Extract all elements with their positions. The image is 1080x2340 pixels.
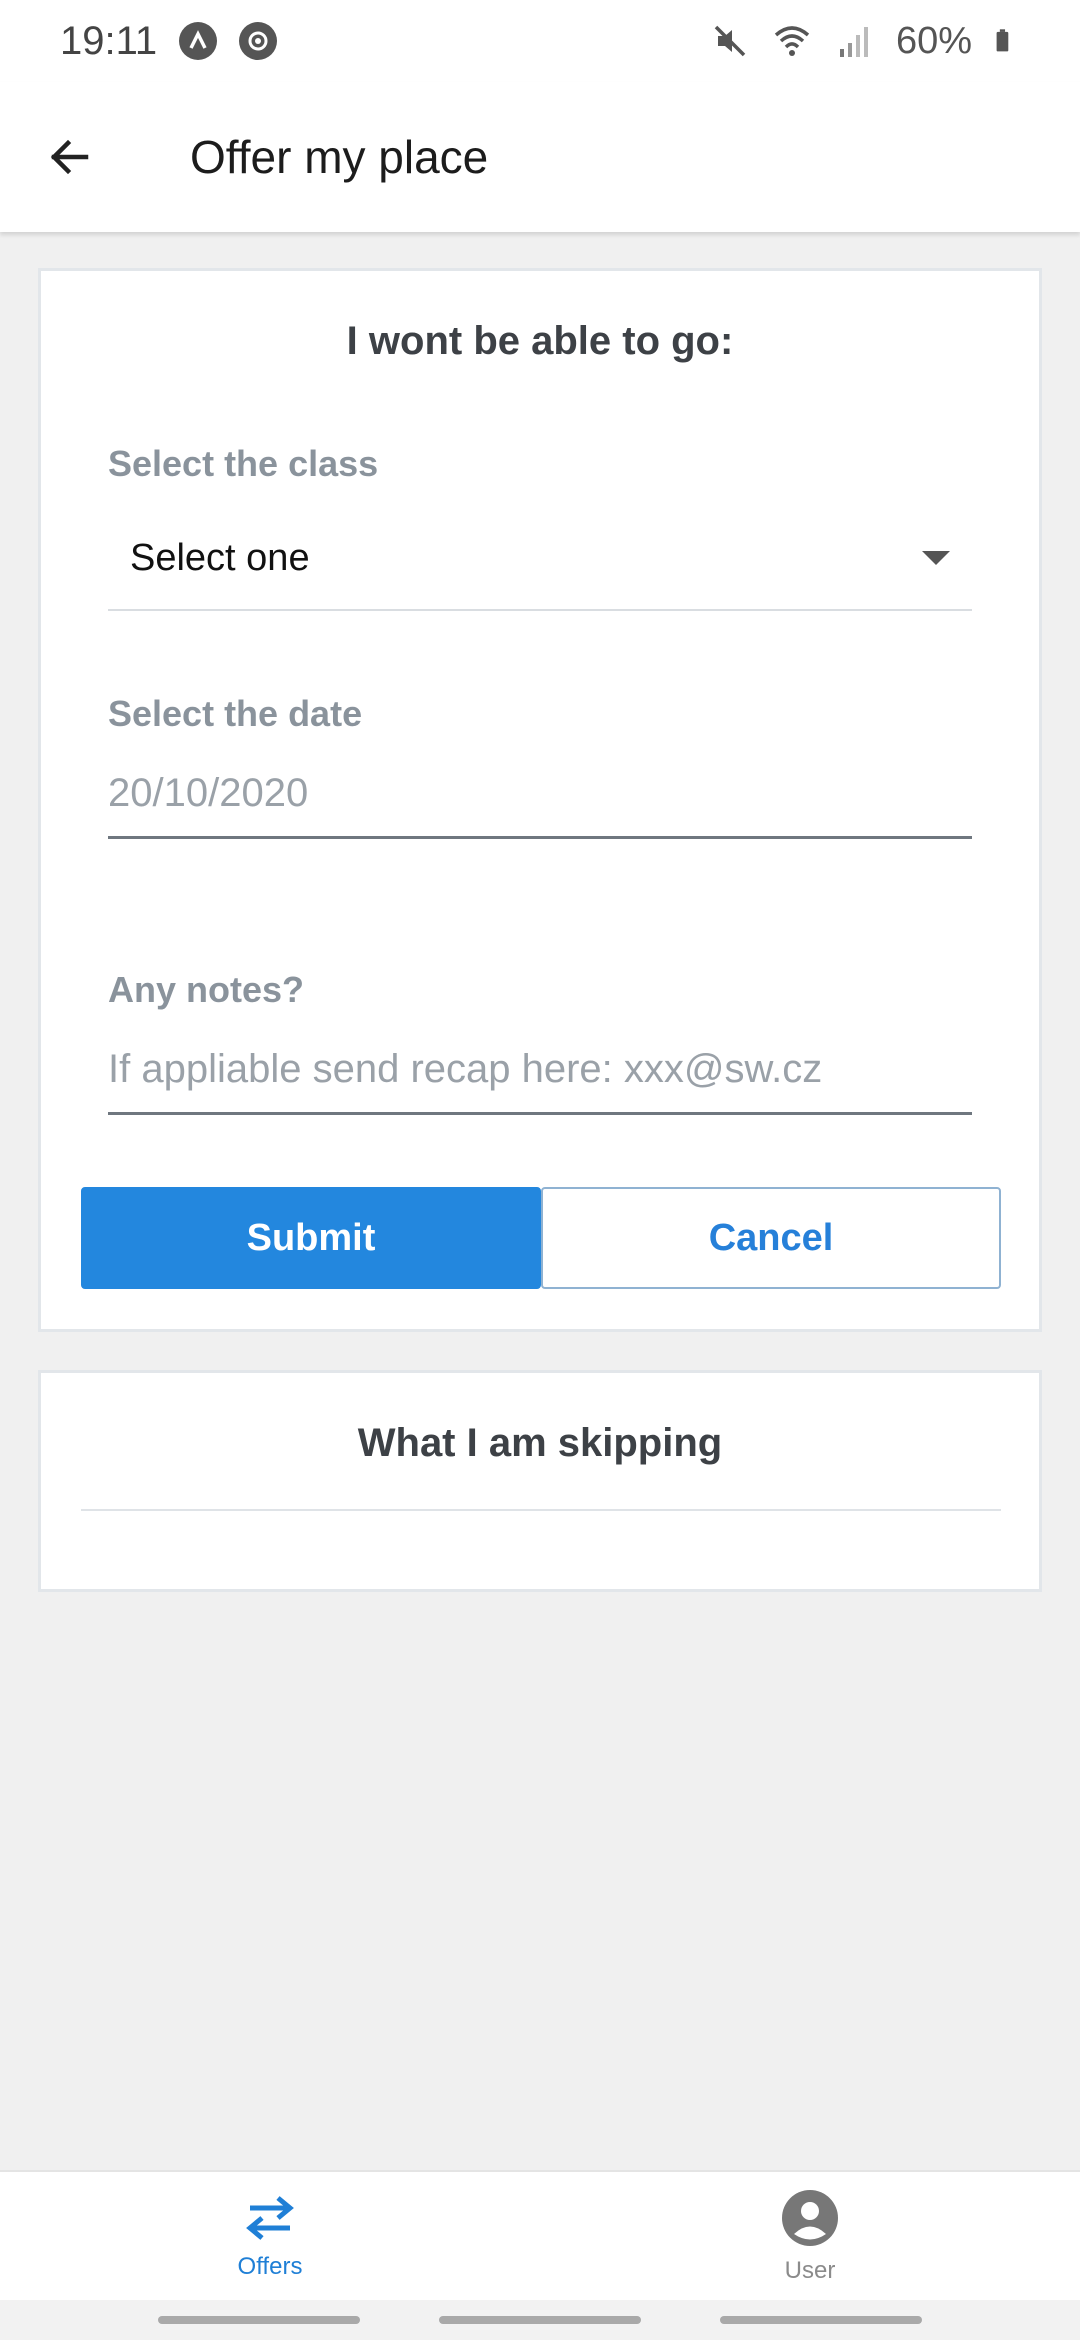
status-bar: 19:11 60% xyxy=(0,0,1080,82)
status-left: 19:11 xyxy=(60,18,278,64)
submit-button[interactable]: Submit xyxy=(81,1187,541,1289)
date-field[interactable]: 20/10/2020 xyxy=(108,751,972,839)
nav-label-offers: Offers xyxy=(237,2253,303,2280)
gesture-bar xyxy=(0,2300,1080,2340)
gesture-pill xyxy=(158,2316,360,2324)
gesture-pill xyxy=(720,2316,922,2324)
page-title: Offer my place xyxy=(190,131,489,183)
gesture-pill xyxy=(439,2316,641,2324)
nav-label-user: User xyxy=(784,2257,836,2284)
chevron-down-icon xyxy=(922,551,950,565)
mute-icon xyxy=(714,25,746,57)
status-right: 60% xyxy=(710,20,1020,63)
status-time: 19:11 xyxy=(60,18,158,63)
swap-arrows-icon xyxy=(246,2196,294,2240)
battery-icon xyxy=(996,29,1009,52)
date-label: Select the date xyxy=(108,693,363,734)
class-select-value: Select one xyxy=(130,536,310,579)
class-label: Select the class xyxy=(108,443,379,484)
battery-percent: 60% xyxy=(895,19,972,62)
signal-icon xyxy=(839,27,868,57)
class-select[interactable]: Select one xyxy=(108,507,972,611)
nav-item-user[interactable]: User xyxy=(660,2172,960,2302)
skipping-heading: What I am skipping xyxy=(357,1421,723,1465)
cancel-button[interactable]: Cancel xyxy=(541,1187,1001,1289)
arrow-left-icon xyxy=(50,139,89,175)
offer-form-card: I wont be able to go: Select the class S… xyxy=(38,268,1042,1332)
back-button[interactable] xyxy=(20,107,120,207)
divider xyxy=(81,1509,1001,1511)
android-a-icon xyxy=(179,22,218,60)
form-heading: I wont be able to go: xyxy=(346,319,734,363)
account-circle-icon xyxy=(782,2190,838,2246)
settings-badge-icon xyxy=(239,22,278,60)
notes-field[interactable]: If appliable send recap here: xxx@sw.cz xyxy=(108,1027,972,1115)
app-bar: Offer my place xyxy=(0,82,1080,232)
bottom-nav: Offers User xyxy=(0,2170,1080,2300)
notes-label: Any notes? xyxy=(108,969,305,1010)
nav-item-offers[interactable]: Offers xyxy=(120,2172,420,2302)
skipping-card: What I am skipping xyxy=(38,1370,1042,1592)
wifi-icon xyxy=(774,26,810,56)
